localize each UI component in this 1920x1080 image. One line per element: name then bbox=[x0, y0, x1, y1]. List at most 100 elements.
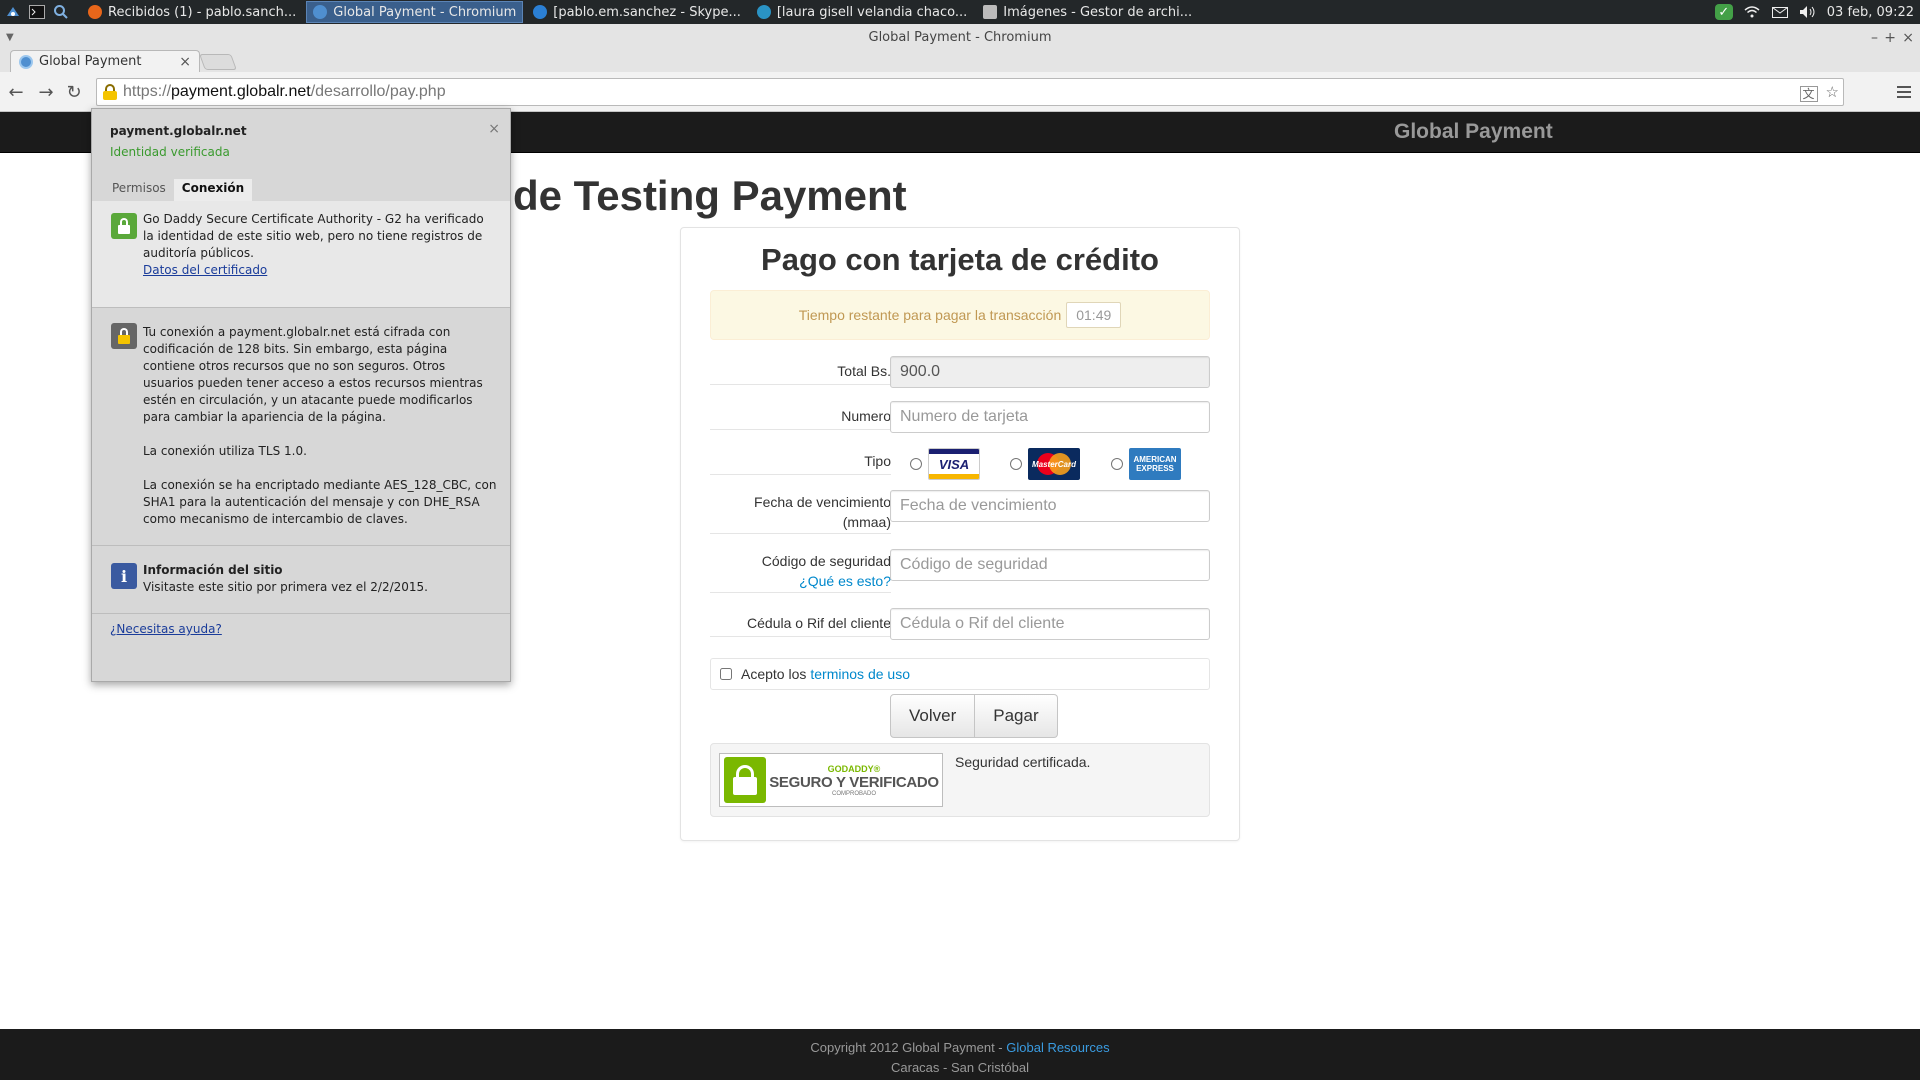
fecha-label: Fecha de vencimiento (mmaa) bbox=[710, 492, 891, 534]
translate-icon[interactable]: 文 bbox=[1799, 86, 1818, 102]
amex-radio[interactable] bbox=[1111, 458, 1123, 470]
codigo-row: Código de seguridad ¿Qué es esto? bbox=[710, 549, 1210, 599]
window-title: Global Payment - Chromium bbox=[868, 30, 1052, 45]
site-info-title: Información del sitio bbox=[143, 563, 283, 577]
connection-paragraph-2: La conexión utiliza TLS 1.0. bbox=[143, 444, 307, 458]
security-code-input[interactable] bbox=[890, 549, 1210, 581]
total-field bbox=[890, 356, 1210, 388]
bubble-host: payment.globalr.net bbox=[110, 124, 247, 138]
seal-main-text: SEGURO Y VERIFICADO bbox=[769, 773, 939, 791]
fecha-label-line1: Fecha de vencimiento bbox=[754, 494, 891, 510]
tab-strip: Global Payment × bbox=[0, 48, 1920, 72]
taskbar-task-files[interactable]: Imágenes - Gestor de archi... bbox=[977, 1, 1198, 23]
footer-copyright: Copyright 2012 Global Payment - bbox=[810, 1040, 1003, 1055]
mastercard-logo-icon: MasterCard bbox=[1028, 448, 1080, 480]
mixed-content-lock-icon[interactable] bbox=[103, 84, 117, 100]
identity-description: Go Daddy Secure Certificate Authority - … bbox=[143, 212, 484, 260]
system-tray: ✓ 03 feb, 09:22 bbox=[1714, 0, 1920, 24]
lock-icon bbox=[111, 213, 137, 239]
search-icon[interactable] bbox=[50, 1, 72, 23]
task-label: Imágenes - Gestor de archi... bbox=[1003, 4, 1193, 20]
task-label: [pablo.em.sanchez - Skype... bbox=[553, 4, 741, 20]
pay-button[interactable]: Pagar bbox=[975, 694, 1058, 738]
page-title: de Testing Payment bbox=[513, 172, 907, 219]
certificate-link[interactable]: Datos del certificado bbox=[143, 263, 267, 277]
forward-arrow-icon: → bbox=[38, 81, 54, 103]
terminal-icon[interactable] bbox=[26, 1, 48, 23]
shield-check-icon[interactable]: ✓ bbox=[1714, 4, 1733, 20]
clock[interactable]: 03 feb, 09:22 bbox=[1827, 5, 1914, 20]
bookmark-star-icon[interactable]: ☆ bbox=[1826, 83, 1839, 102]
footer-link[interactable]: Global Resources bbox=[1006, 1040, 1109, 1055]
tab-close-icon[interactable]: × bbox=[179, 54, 191, 70]
help-link[interactable]: ¿Necesitas ayuda? bbox=[110, 622, 222, 636]
seal-caption: Seguridad certificada. bbox=[955, 754, 1091, 770]
bubble-close-icon[interactable]: × bbox=[488, 121, 500, 137]
total-label: Total Bs. bbox=[710, 363, 891, 385]
wifi-icon[interactable] bbox=[1743, 4, 1761, 20]
connection-paragraph-1: Tu conexión a payment.globalr.net está c… bbox=[143, 325, 483, 424]
app-menu-icon[interactable] bbox=[2, 1, 24, 23]
godaddy-seal[interactable]: GODADDY® SEGURO Y VERIFICADO COMPROBADO bbox=[719, 753, 943, 807]
back-form-button[interactable]: Volver bbox=[890, 694, 976, 738]
numero-row: Numero bbox=[710, 401, 1210, 441]
card-type-mastercard[interactable]: MasterCard bbox=[1010, 448, 1080, 480]
site-brand[interactable]: Global Payment bbox=[1394, 120, 1553, 144]
new-tab-button[interactable] bbox=[199, 54, 237, 70]
terms-row: Acepto los terminos de uso bbox=[710, 658, 1210, 690]
mastercard-radio[interactable] bbox=[1010, 458, 1022, 470]
identity-text: Go Daddy Secure Certificate Authority - … bbox=[143, 211, 498, 279]
card-number-input[interactable] bbox=[890, 401, 1210, 433]
browser-toolbar: ← → ↻ https:// payment.globalr.net /desa… bbox=[0, 72, 1920, 112]
expiry-input[interactable] bbox=[890, 490, 1210, 522]
terms-prefix: Acepto los bbox=[741, 666, 807, 682]
taskbar-task-chromium[interactable]: Global Payment - Chromium bbox=[306, 1, 524, 23]
back-button[interactable]: ← bbox=[4, 80, 28, 104]
omnibox-actions: 文 ☆ bbox=[1799, 83, 1839, 102]
taskbar-task-mail[interactable]: Recibidos (1) - pablo.sanch... bbox=[82, 1, 302, 23]
visa-radio[interactable] bbox=[910, 458, 922, 470]
identity-status: Identidad verificada bbox=[110, 145, 230, 159]
chrome-menu-icon[interactable] bbox=[1892, 80, 1916, 104]
tab-global-payment[interactable]: Global Payment × bbox=[10, 50, 200, 72]
visa-text: VISA bbox=[938, 456, 970, 472]
accept-terms-checkbox[interactable] bbox=[720, 668, 732, 680]
reload-button[interactable]: ↻ bbox=[62, 80, 86, 104]
site-info-section: i Información del sitio Visitaste este s… bbox=[92, 545, 510, 613]
card-type-visa[interactable]: VISA bbox=[910, 448, 980, 480]
connection-text: Tu conexión a payment.globalr.net está c… bbox=[143, 324, 498, 528]
security-seal-well: GODADDY® SEGURO Y VERIFICADO COMPROBADO … bbox=[710, 743, 1210, 817]
padlock-icon bbox=[724, 757, 766, 803]
forward-button[interactable]: → bbox=[34, 80, 58, 104]
site-info-text: Información del sitio Visitaste este sit… bbox=[143, 562, 498, 596]
taskbar-task-chat[interactable]: [laura gisell velandia chaco... bbox=[751, 1, 973, 23]
url-host: payment.globalr.net bbox=[171, 83, 311, 100]
form-title: Pago con tarjeta de crédito bbox=[761, 242, 1159, 277]
total-row: Total Bs. bbox=[710, 356, 1210, 396]
numero-label: Numero bbox=[710, 408, 891, 430]
tipo-row: Tipo VISA MasterCard AMERICAN EXPRESS bbox=[710, 446, 1210, 486]
address-bar[interactable]: https:// payment.globalr.net /desarrollo… bbox=[96, 78, 1844, 106]
identity-section: Go Daddy Secure Certificate Authority - … bbox=[92, 201, 510, 307]
card-type-amex[interactable]: AMERICAN EXPRESS bbox=[1111, 448, 1181, 480]
skype-icon bbox=[533, 5, 548, 19]
connection-section: Tu conexión a payment.globalr.net está c… bbox=[92, 307, 510, 545]
codigo-label: Código de seguridad ¿Qué es esto? bbox=[710, 551, 891, 593]
info-icon: i bbox=[111, 563, 137, 589]
cedula-label: Cédula o Rif del cliente bbox=[710, 615, 891, 637]
back-arrow-icon: ← bbox=[8, 81, 24, 103]
footer-location: Caracas - San Cristóbal bbox=[891, 1060, 1029, 1075]
tab-connection[interactable]: Conexión bbox=[173, 179, 253, 201]
site-footer: Copyright 2012 Global Payment - Global R… bbox=[0, 1029, 1920, 1080]
what-is-this-link[interactable]: ¿Qué es esto? bbox=[799, 573, 891, 589]
mail-icon[interactable] bbox=[1771, 4, 1789, 20]
task-label: Global Payment - Chromium bbox=[333, 4, 517, 20]
task-label: Recibidos (1) - pablo.sanch... bbox=[108, 4, 297, 20]
tab-permissions[interactable]: Permisos bbox=[104, 179, 174, 201]
client-id-input[interactable] bbox=[890, 608, 1210, 640]
amex-logo-icon: AMERICAN EXPRESS bbox=[1129, 448, 1181, 480]
reload-icon: ↻ bbox=[66, 81, 82, 103]
volume-icon[interactable] bbox=[1799, 4, 1817, 20]
taskbar-task-skype[interactable]: [pablo.em.sanchez - Skype... bbox=[527, 1, 747, 23]
terms-link[interactable]: terminos de uso bbox=[810, 666, 910, 682]
